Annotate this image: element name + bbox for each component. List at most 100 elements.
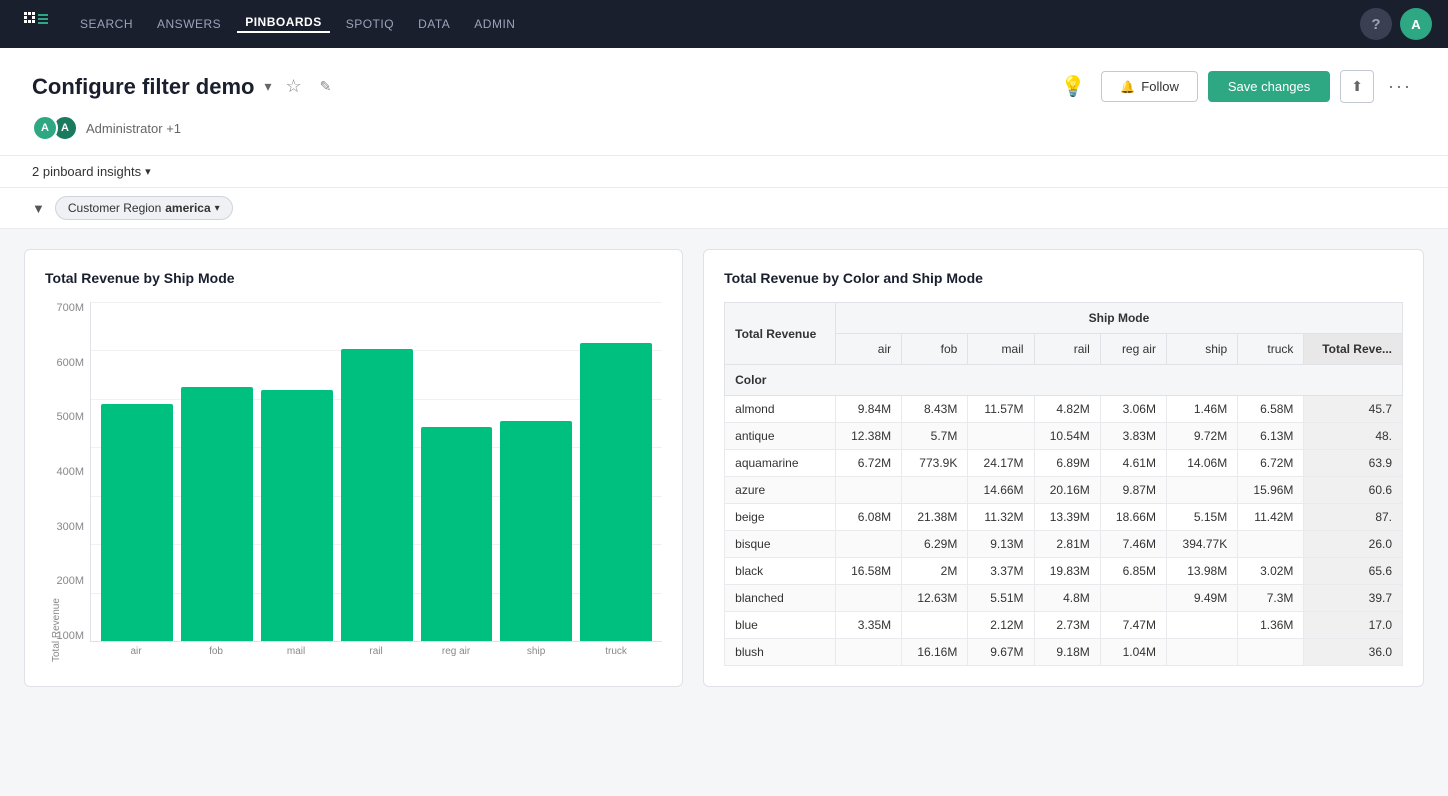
col-color: Color — [725, 365, 1403, 396]
share-button[interactable]: ⬆ — [1340, 70, 1374, 103]
table-row: almond9.84M8.43M11.57M4.82M3.06M1.46M6.5… — [725, 396, 1403, 423]
help-button[interactable]: ? — [1360, 8, 1392, 40]
table-cell: 21.38M — [902, 504, 968, 531]
table-cell: 6.72M — [1238, 450, 1304, 477]
table-cell: 14.66M — [968, 477, 1034, 504]
avatar-1: A — [32, 115, 58, 141]
table-cell: 9.49M — [1166, 585, 1237, 612]
nav-answers[interactable]: ANSWERS — [149, 17, 229, 31]
insights-label[interactable]: 2 pinboard insights ▾ — [32, 164, 1416, 179]
table-cell: 20.16M — [1034, 477, 1100, 504]
table-cell: 6.08M — [835, 504, 901, 531]
table-cell — [835, 639, 901, 666]
bar-air[interactable] — [101, 404, 173, 641]
filter-chip-prefix: Customer Region — [68, 201, 161, 215]
table-cell: 87. — [1304, 504, 1403, 531]
bar-rail[interactable] — [341, 349, 413, 641]
table-cell: 773.9K — [902, 450, 968, 477]
table-row: beige6.08M21.38M11.32M13.39M18.66M5.15M1… — [725, 504, 1403, 531]
table-title: Total Revenue by Color and Ship Mode — [724, 270, 1403, 286]
title-caret[interactable]: ▾ — [264, 78, 271, 95]
filter-chip[interactable]: Customer Region america ▾ — [55, 196, 233, 220]
page-header-sub: A A Administrator +1 — [32, 115, 1416, 155]
top-nav: SEARCH ANSWERS PINBOARDS SPOTIQ DATA ADM… — [0, 0, 1448, 48]
table-cell: 3.02M — [1238, 558, 1304, 585]
nav-spotiq[interactable]: SPOTIQ — [338, 17, 402, 31]
table-cell: 13.39M — [1034, 504, 1100, 531]
table-cell: beige — [725, 504, 836, 531]
avatar-stack: A A — [32, 115, 78, 141]
follow-button[interactable]: 🔔 Follow — [1101, 71, 1198, 102]
table-cell — [902, 612, 968, 639]
table-cell: 394.77K — [1166, 531, 1237, 558]
table-cell: 12.63M — [902, 585, 968, 612]
nav-search[interactable]: SEARCH — [72, 17, 141, 31]
lightbulb-button[interactable]: 💡 — [1054, 68, 1091, 105]
table-row: blush16.16M9.67M9.18M1.04M36.0 — [725, 639, 1403, 666]
col-header-ship-mode: Ship Mode — [835, 303, 1402, 334]
table-cell: 3.83M — [1100, 423, 1166, 450]
th-truck: truck — [1238, 334, 1304, 365]
table-cell: 1.36M — [1238, 612, 1304, 639]
table-cell: 6.72M — [835, 450, 901, 477]
page-title-area: Configure filter demo ▾ ☆ ✎ — [32, 74, 335, 100]
table-row: antique12.38M5.7M10.54M3.83M9.72M6.13M48… — [725, 423, 1403, 450]
table-cell: 1.46M — [1166, 396, 1237, 423]
bar-truck[interactable] — [580, 343, 652, 641]
table-cell: 39.7 — [1304, 585, 1403, 612]
table-cell: 12.38M — [835, 423, 901, 450]
bar-ship[interactable] — [500, 421, 572, 641]
table-cell: 8.43M — [902, 396, 968, 423]
bar-regair[interactable] — [421, 427, 493, 641]
table-cell: 14.06M — [1166, 450, 1237, 477]
bar-mail[interactable] — [261, 390, 333, 641]
chart-title: Total Revenue by Ship Mode — [45, 270, 662, 286]
nav-pinboards[interactable]: PINBOARDS — [237, 15, 330, 33]
table-cell — [1238, 639, 1304, 666]
filter-chip-caret: ▾ — [215, 203, 220, 214]
th-regair: reg air — [1100, 334, 1166, 365]
table-cell — [1166, 612, 1237, 639]
table-cell: blue — [725, 612, 836, 639]
table-cell: 60.6 — [1304, 477, 1403, 504]
table-cell: 6.89M — [1034, 450, 1100, 477]
save-button[interactable]: Save changes — [1208, 71, 1330, 102]
nav-data[interactable]: DATA — [410, 17, 458, 31]
insights-bar: 2 pinboard insights ▾ — [0, 156, 1448, 188]
table-cell: 48. — [1304, 423, 1403, 450]
x-label-mail: mail — [260, 646, 332, 662]
nav-admin[interactable]: ADMIN — [466, 17, 523, 31]
user-avatar-nav[interactable]: A — [1400, 8, 1432, 40]
th-fob: fob — [902, 334, 968, 365]
table-row: azure14.66M20.16M9.87M15.96M60.6 — [725, 477, 1403, 504]
bar-fob[interactable] — [181, 387, 253, 641]
table-cell: 65.6 — [1304, 558, 1403, 585]
table-panel: Total Revenue by Color and Ship Mode Tot… — [703, 249, 1424, 687]
table-row: blanched12.63M5.51M4.8M9.49M7.3M39.7 — [725, 585, 1403, 612]
table-row: black16.58M2M3.37M19.83M6.85M13.98M3.02M… — [725, 558, 1403, 585]
more-button[interactable]: ··· — [1384, 72, 1416, 101]
table-cell — [835, 585, 901, 612]
table-cell: 10.54M — [1034, 423, 1100, 450]
filter-chip-value: america — [165, 201, 210, 215]
table-cell: 2.73M — [1034, 612, 1100, 639]
table-cell: 9.87M — [1100, 477, 1166, 504]
table-cell: 5.7M — [902, 423, 968, 450]
edit-button[interactable]: ✎ — [316, 76, 336, 97]
header-actions: 💡 🔔 Follow Save changes ⬆ ··· — [1054, 68, 1416, 105]
table-cell — [835, 531, 901, 558]
x-label-rail: rail — [340, 646, 412, 662]
table-cell: almond — [725, 396, 836, 423]
table-cell: 6.85M — [1100, 558, 1166, 585]
table-cell — [1166, 639, 1237, 666]
star-button[interactable]: ☆ — [281, 74, 305, 99]
table-cell: 9.72M — [1166, 423, 1237, 450]
table-cell: 15.96M — [1238, 477, 1304, 504]
logo[interactable] — [16, 4, 56, 44]
table-cell — [835, 477, 901, 504]
th-rail: rail — [1034, 334, 1100, 365]
table-header-row-color: Color — [725, 365, 1403, 396]
table-cell: 9.18M — [1034, 639, 1100, 666]
table-cell: 6.13M — [1238, 423, 1304, 450]
table-row: bisque6.29M9.13M2.81M7.46M394.77K26.0 — [725, 531, 1403, 558]
